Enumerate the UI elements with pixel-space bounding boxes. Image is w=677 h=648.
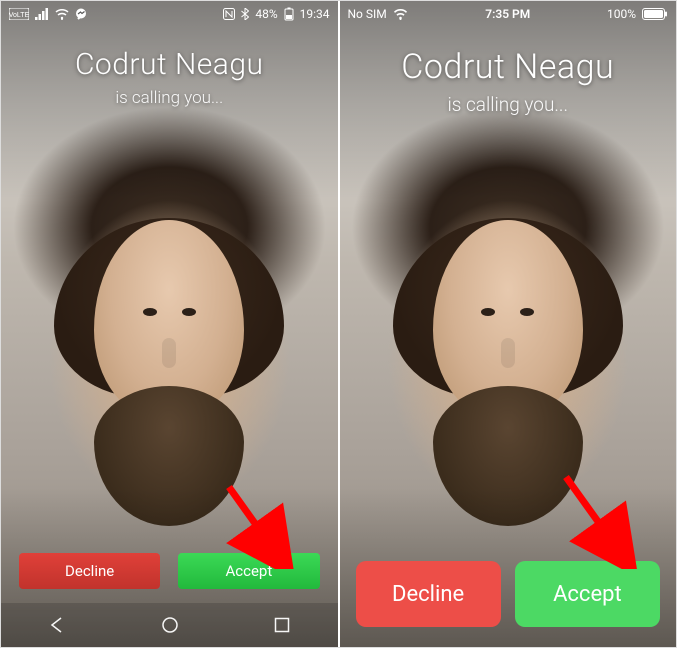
decline-button[interactable]: Decline <box>356 561 501 627</box>
nfc-icon <box>223 8 235 20</box>
android-incoming-call-screen: VoLTE 48% <box>1 1 338 647</box>
decline-button-label: Decline <box>392 582 464 607</box>
signal-icon <box>35 8 49 20</box>
android-nav-bar <box>1 603 338 647</box>
caller-subtitle: is calling you... <box>340 93 677 116</box>
ios-incoming-call-screen: No SIM 7:35 PM 100% Codrut Neagu is call… <box>340 1 677 647</box>
decline-button-label: Decline <box>65 562 114 580</box>
svg-text:VoLTE: VoLTE <box>9 12 29 19</box>
bluetooth-icon <box>241 8 249 20</box>
accept-button-label: Accept <box>225 562 272 580</box>
clock-text: 19:34 <box>300 7 330 21</box>
caller-subtitle: is calling you... <box>1 88 338 108</box>
nav-recents-icon[interactable] <box>273 616 291 634</box>
nav-home-icon[interactable] <box>160 615 180 635</box>
accept-button-label: Accept <box>553 582 622 607</box>
battery-percent-text: 48% <box>255 7 277 21</box>
decline-button[interactable]: Decline <box>19 553 160 589</box>
nav-back-icon[interactable] <box>47 615 67 635</box>
caller-name: Codrut Neagu <box>1 47 338 82</box>
clock-text: 7:35 PM <box>340 7 677 21</box>
ios-status-bar: No SIM 7:35 PM 100% <box>340 1 677 23</box>
wifi-icon <box>55 8 69 20</box>
messenger-icon <box>75 8 87 20</box>
android-status-bar: VoLTE 48% <box>1 1 338 23</box>
caller-name: Codrut Neagu <box>340 47 677 87</box>
accept-button[interactable]: Accept <box>515 561 660 627</box>
volte-icon: VoLTE <box>9 8 29 20</box>
battery-icon <box>284 7 294 21</box>
accept-button[interactable]: Accept <box>178 553 319 589</box>
